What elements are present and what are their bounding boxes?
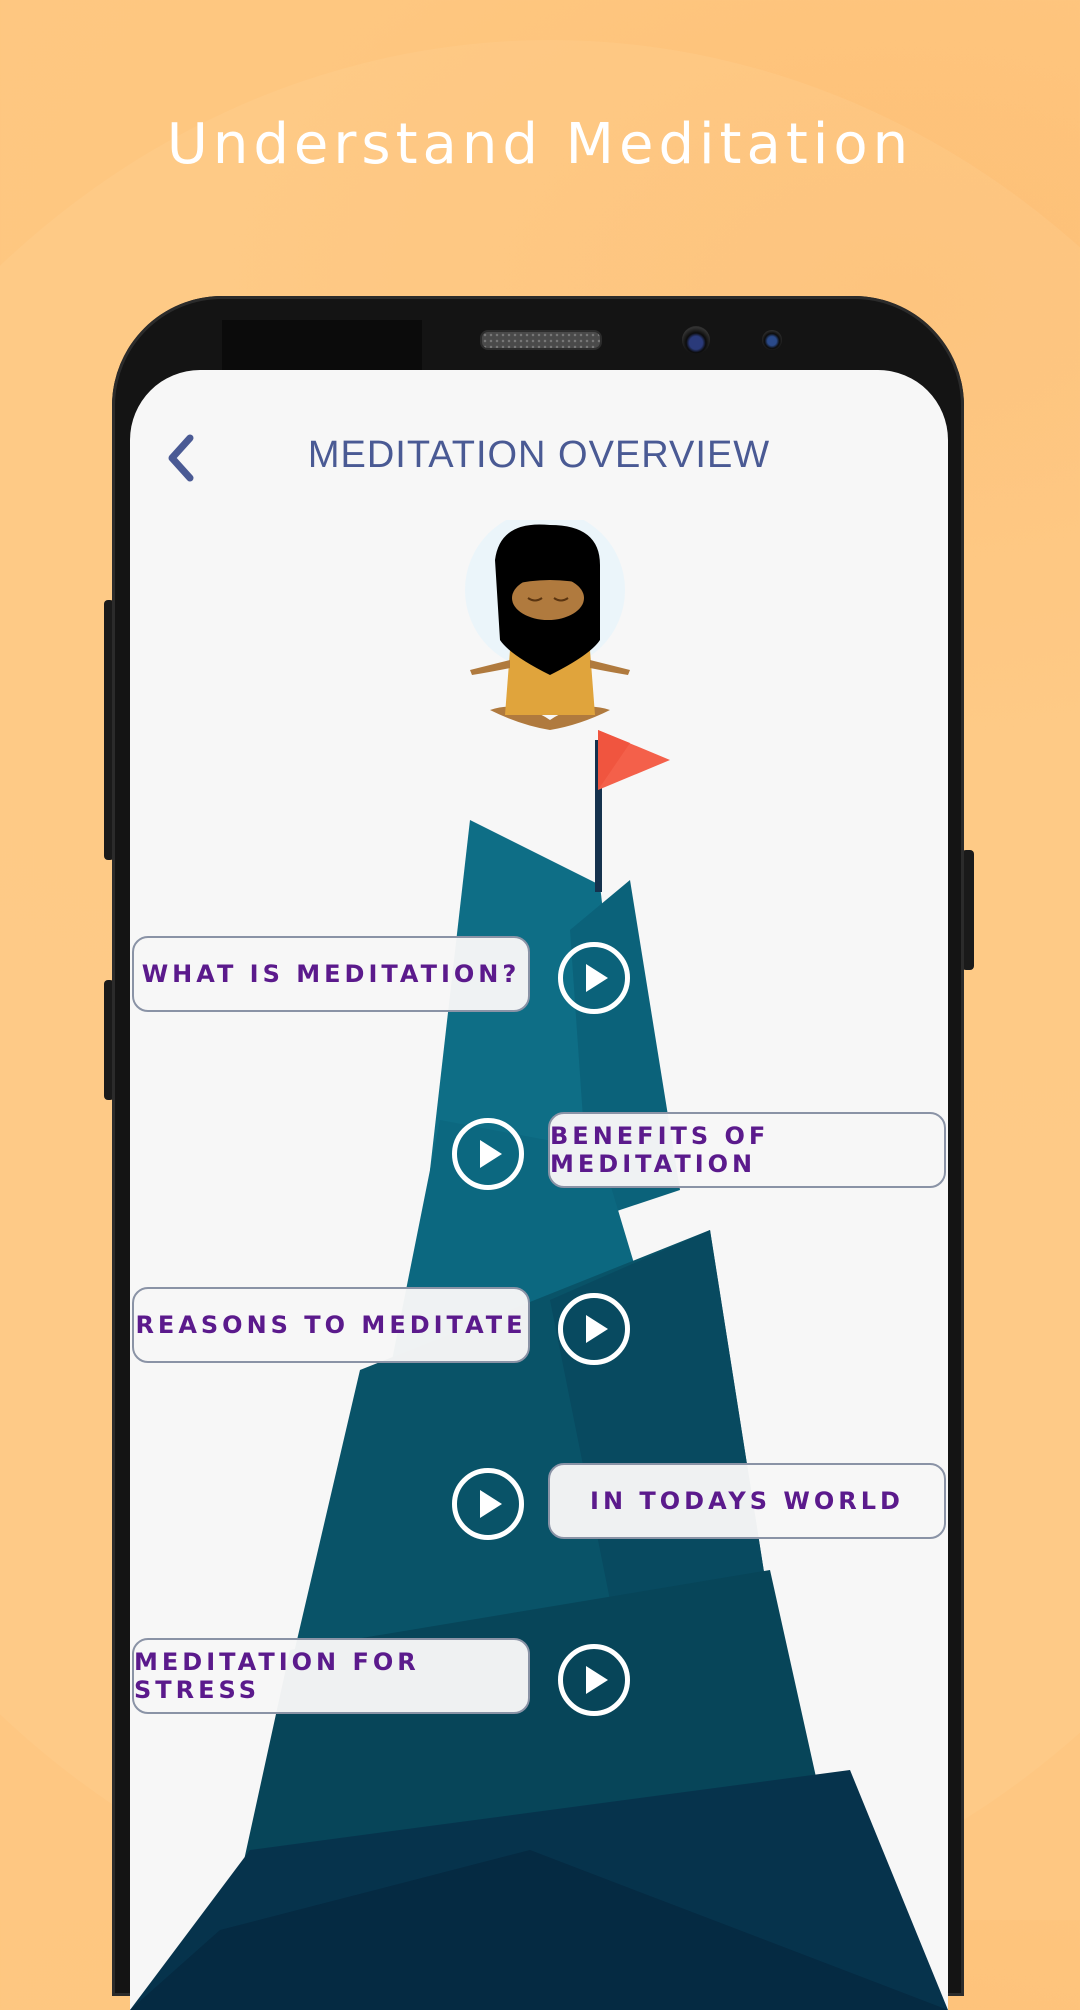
topic-label: MEDITATION FOR STRESS — [134, 1648, 420, 1704]
meditating-caveman-illustration — [465, 520, 630, 730]
play-icon — [586, 1666, 608, 1694]
play-icon — [586, 964, 608, 992]
topic-meditation-for-stress[interactable]: MEDITATION FOR STRESS — [132, 1638, 530, 1714]
right-arm — [590, 660, 630, 675]
play-button-what-is-meditation[interactable] — [558, 942, 630, 1014]
topic-in-todays-world[interactable]: IN TODAYS WORLD — [548, 1463, 946, 1539]
play-button-reasons-to-meditate[interactable] — [558, 1293, 630, 1365]
play-icon — [586, 1315, 608, 1343]
play-button-benefits-of-meditation[interactable] — [452, 1118, 524, 1190]
topic-label: REASONS TO MEDITATE — [135, 1311, 527, 1339]
left-arm — [470, 660, 510, 675]
topic-what-is-meditation[interactable]: WHAT IS MEDITATION? — [132, 936, 530, 1012]
app-screen: MEDITATION OVERVIEW WHAT IS MEDITATION? … — [130, 370, 948, 2010]
front-camera — [682, 326, 710, 354]
play-button-meditation-for-stress[interactable] — [558, 1644, 630, 1716]
topic-label: WHAT IS MEDITATION? — [141, 960, 521, 988]
phone-frame: MEDITATION OVERVIEW WHAT IS MEDITATION? … — [112, 296, 964, 2010]
page-title: MEDITATION OVERVIEW — [307, 434, 771, 476]
app-header: MEDITATION OVERVIEW — [130, 420, 948, 500]
phone-speaker — [480, 330, 602, 350]
play-button-in-todays-world[interactable] — [452, 1468, 524, 1540]
face — [512, 576, 584, 620]
topic-label: IN TODAYS WORLD — [590, 1487, 904, 1515]
promo-title: Understand Meditation — [166, 112, 914, 177]
topic-reasons-to-meditate[interactable]: REASONS TO MEDITATE — [132, 1287, 530, 1363]
play-icon — [480, 1490, 502, 1518]
topic-label: BENEFITS OF MEDITATION — [550, 1122, 770, 1178]
front-sensor — [762, 330, 782, 350]
topic-benefits-of-meditation[interactable]: BENEFITS OF MEDITATION — [548, 1112, 946, 1188]
play-icon — [480, 1140, 502, 1168]
